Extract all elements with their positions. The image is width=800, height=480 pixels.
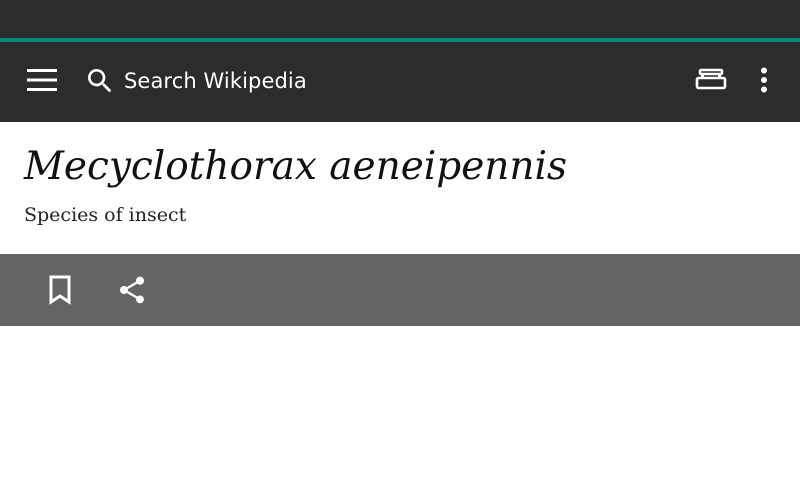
article-action-bar: [0, 254, 800, 326]
top-toolbar: Search Wikipedia: [0, 42, 800, 122]
menu-button[interactable]: [18, 60, 66, 100]
search-icon: [88, 69, 112, 93]
bookmark-button[interactable]: [36, 268, 84, 312]
reading-lists-button[interactable]: [688, 60, 734, 100]
share-button[interactable]: [108, 268, 156, 312]
more-options-button[interactable]: [744, 60, 784, 100]
reading-lists-icon: [695, 68, 727, 90]
article-header: Mecyclothorax aeneipennis Species of ins…: [0, 122, 800, 254]
more-vert-icon: [761, 67, 767, 93]
search-bar[interactable]: Search Wikipedia: [84, 60, 307, 102]
bookmark-icon: [49, 275, 71, 305]
status-bar: [0, 0, 800, 38]
article-title: Mecyclothorax aeneipennis: [24, 144, 568, 189]
share-icon: [119, 276, 145, 304]
article-description: Species of insect: [24, 204, 187, 226]
search-placeholder: Search Wikipedia: [124, 69, 307, 93]
hamburger-menu-icon: [27, 69, 57, 91]
